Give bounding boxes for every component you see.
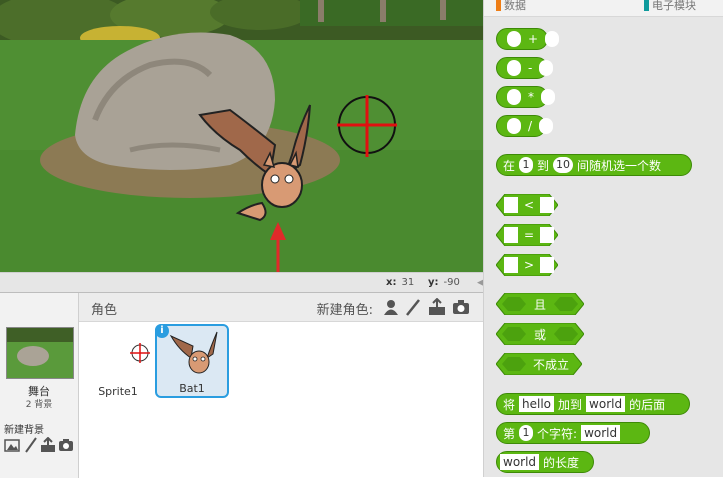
- upload-backdrop-icon[interactable]: [40, 436, 56, 456]
- operator: >: [524, 258, 535, 272]
- add-block[interactable]: +: [496, 28, 560, 50]
- operand-slot[interactable]: [507, 118, 521, 134]
- operand-slot[interactable]: [507, 89, 521, 105]
- less-than-block[interactable]: <: [496, 194, 558, 216]
- backdrop-count: 2 背景: [25, 400, 53, 410]
- not-label: 不成立: [533, 357, 570, 372]
- sprite1-thumbnail: [130, 343, 150, 363]
- sprite-library-icon[interactable]: [381, 297, 401, 317]
- join-suffix: 的后面: [629, 397, 666, 412]
- letter-index-slot[interactable]: 1: [519, 425, 534, 441]
- random-suffix: 间随机选一个数: [577, 158, 662, 173]
- sprite-name: Sprite1: [98, 385, 138, 398]
- and-label: 且: [534, 297, 547, 312]
- sprite-pane-header: 角色 新建角色:: [79, 293, 483, 322]
- x-label: x:: [386, 277, 397, 288]
- new-backdrop-tools: [4, 436, 78, 456]
- random-to-slot[interactable]: 10: [553, 157, 574, 173]
- category-label: 电子模块: [652, 0, 696, 12]
- random-to-word: 到: [537, 158, 550, 173]
- operator: /: [528, 119, 533, 133]
- mouse-x-readout: x: 31: [386, 277, 414, 288]
- length-suffix: 的长度: [543, 455, 580, 470]
- sprite-name: Bat1: [179, 382, 205, 395]
- operator: <: [524, 198, 535, 212]
- stage-info-bar: x: 31 y: -90: [0, 272, 483, 293]
- backdrop-library-icon[interactable]: [4, 438, 20, 455]
- operator: =: [524, 228, 535, 242]
- subtract-block[interactable]: -: [496, 57, 554, 79]
- greater-than-block[interactable]: >: [496, 254, 558, 276]
- operand-slot[interactable]: [539, 118, 554, 134]
- category-electronics[interactable]: 电子模块: [644, 0, 696, 13]
- camera-backdrop-icon[interactable]: [58, 438, 74, 455]
- sprite-info-icon[interactable]: i: [155, 324, 169, 338]
- operand-slot[interactable]: [504, 257, 518, 273]
- y-value: -90: [443, 277, 460, 288]
- operand-slot[interactable]: [539, 60, 554, 76]
- length-word-slot[interactable]: world: [500, 454, 540, 470]
- operand-slot[interactable]: [540, 227, 555, 243]
- letter-of-block[interactable]: 第 1 个字符: world: [496, 422, 650, 444]
- sprite-pane: 舞台 2 背景 新建背景 角色 新建角色: Sprite1 Bat1 i: [0, 292, 483, 478]
- operator: *: [528, 90, 534, 104]
- sprites-title: 角色: [91, 303, 118, 318]
- or-block[interactable]: 或: [496, 323, 584, 345]
- stage[interactable]: [0, 0, 483, 272]
- join-prefix: 将: [503, 397, 516, 412]
- paint-new-backdrop-icon[interactable]: [24, 437, 38, 456]
- electronics-color-swatch: [644, 0, 649, 11]
- join-a-slot[interactable]: hello: [519, 396, 555, 412]
- operand-slot[interactable]: [545, 31, 560, 47]
- operand-slot[interactable]: [541, 89, 555, 105]
- category-data[interactable]: 数据: [496, 0, 526, 13]
- join-b-slot[interactable]: world: [586, 396, 626, 412]
- random-block[interactable]: 在 1 到 10 间随机选一个数: [496, 154, 692, 176]
- category-strip: 数据 电子模块: [484, 0, 723, 17]
- equals-block[interactable]: =: [496, 224, 558, 246]
- operand-slot[interactable]: [504, 227, 518, 243]
- block-palette: 数据 电子模块 + - * / 在 1 到 10 间随机选一个数 < = > 且…: [483, 0, 723, 477]
- join-mid: 加到: [558, 397, 583, 412]
- new-backdrop-label: 新建背景: [4, 425, 44, 436]
- operator: +: [528, 32, 539, 46]
- bat1-thumbnail: [169, 331, 218, 374]
- random-from-slot[interactable]: 1: [519, 157, 534, 173]
- operator: -: [528, 61, 533, 75]
- operand-slot[interactable]: [507, 31, 521, 47]
- stage-backdrop-image: [0, 0, 483, 272]
- divide-block[interactable]: /: [496, 115, 554, 137]
- join-block[interactable]: 将 hello 加到 world 的后面: [496, 393, 690, 415]
- sprite-tile-sprite1[interactable]: Sprite1: [82, 323, 154, 398]
- operand-slot[interactable]: [504, 197, 518, 213]
- operand-slot[interactable]: [507, 60, 521, 76]
- sprite-tile-bat1[interactable]: Bat1 i: [155, 324, 229, 398]
- operand-slot[interactable]: [540, 257, 555, 273]
- length-block[interactable]: world 的长度: [496, 451, 594, 473]
- stage-column: 舞台 2 背景 新建背景: [0, 293, 79, 478]
- and-block[interactable]: 且: [496, 293, 584, 315]
- stage-thumbnail[interactable]: [6, 327, 74, 379]
- upload-sprite-icon[interactable]: [427, 297, 447, 317]
- mouse-y-readout: y: -90: [428, 277, 460, 288]
- y-label: y:: [428, 277, 439, 288]
- new-sprite-label: 新建角色:: [316, 303, 373, 318]
- x-value: 31: [401, 277, 415, 288]
- camera-sprite-icon[interactable]: [451, 297, 471, 317]
- not-block[interactable]: 不成立: [496, 353, 582, 375]
- data-color-swatch: [496, 0, 501, 11]
- letter-mid: 个字符:: [537, 426, 578, 441]
- category-label: 数据: [504, 0, 526, 12]
- multiply-block[interactable]: *: [496, 86, 555, 108]
- letter-word-slot[interactable]: world: [581, 425, 621, 441]
- letter-prefix: 第: [503, 426, 516, 441]
- or-label: 或: [534, 327, 547, 342]
- random-prefix: 在: [503, 158, 516, 173]
- paint-new-sprite-icon[interactable]: [403, 297, 423, 317]
- operand-slot[interactable]: [540, 197, 555, 213]
